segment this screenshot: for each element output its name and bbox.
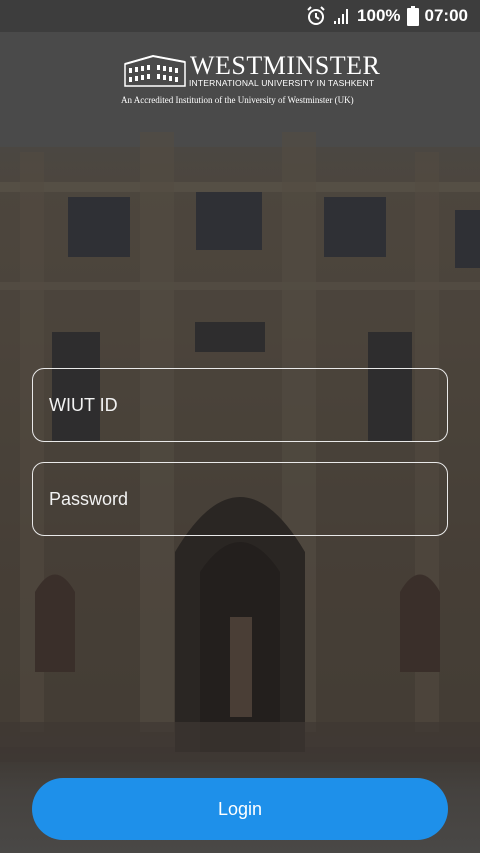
signal-icon bbox=[333, 7, 351, 25]
alarm-icon bbox=[305, 5, 327, 27]
battery-percent: 100% bbox=[357, 6, 401, 25]
university-logo: WESTMINSTER INTERNATIONAL UNIVERSITY IN … bbox=[0, 48, 480, 110]
clock: 07:00 bbox=[424, 6, 468, 25]
login-button[interactable]: Login bbox=[32, 778, 448, 840]
battery-icon bbox=[406, 6, 419, 26]
logo-subtitle: INTERNATIONAL UNIVERSITY IN TASHKENT bbox=[189, 78, 375, 88]
building-logo-icon bbox=[123, 52, 187, 93]
background-building-photo bbox=[0, 32, 480, 853]
logo-accreditation: An Accredited Institution of the Univers… bbox=[121, 95, 354, 105]
password-field[interactable] bbox=[32, 462, 448, 536]
status-bar: 100% 07:00 bbox=[0, 0, 480, 32]
wiut-id-input[interactable] bbox=[33, 369, 447, 441]
logo-title: WESTMINSTER bbox=[190, 51, 381, 80]
password-input[interactable] bbox=[33, 463, 447, 535]
wiut-id-field[interactable] bbox=[32, 368, 448, 442]
